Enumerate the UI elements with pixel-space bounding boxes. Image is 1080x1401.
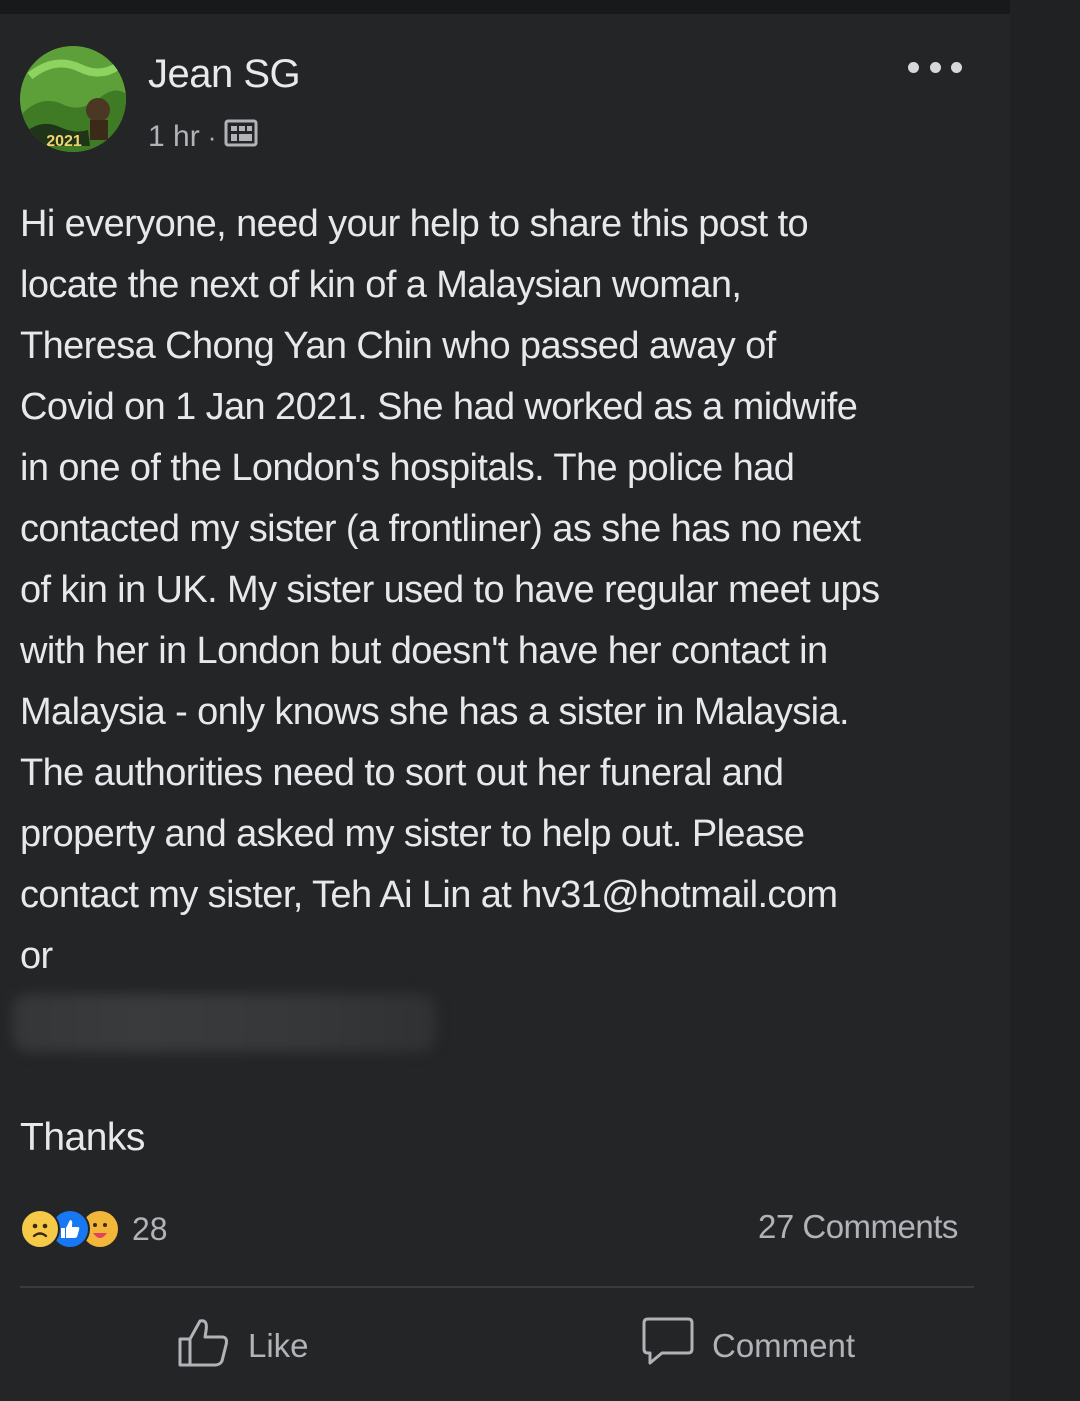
- more-options-button[interactable]: [908, 52, 962, 82]
- post-body-line: contact my sister, Teh Ai Lin at hv31@ho…: [20, 874, 838, 916]
- comment-button[interactable]: Comment: [640, 1315, 856, 1377]
- comment-bubble-icon: [640, 1315, 696, 1377]
- author-name[interactable]: Jean SG: [148, 52, 301, 97]
- comments-count-link[interactable]: 27 Comments: [758, 1208, 958, 1246]
- group-icon: [224, 118, 258, 156]
- post-timestamp[interactable]: 1 hr: [148, 120, 200, 154]
- post-meta: 1 hr ·: [148, 118, 258, 156]
- post-body-line: Covid on 1 Jan 2021. She had worked as a…: [20, 386, 858, 428]
- thumbs-up-icon: [176, 1315, 232, 1377]
- post-body-line: contacted my sister (a frontliner) as sh…: [20, 508, 861, 550]
- post-body-line: or: [20, 935, 53, 977]
- author-avatar[interactable]: 2021: [20, 46, 126, 152]
- reaction-count: 28: [132, 1210, 168, 1247]
- like-button-label: Like: [248, 1327, 309, 1364]
- post-body-line: Theresa Chong Yan Chin who passed away o…: [20, 325, 776, 367]
- dot-icon: [929, 61, 941, 73]
- action-divider: [20, 1286, 974, 1288]
- comment-button-label: Comment: [712, 1327, 856, 1364]
- post-body-line: locate the next of kin of a Malaysian wo…: [20, 264, 742, 306]
- avatar-badge-text: 2021: [46, 133, 82, 150]
- post-body-line: The authorities need to sort out her fun…: [20, 752, 784, 794]
- post-body-line: Hi everyone, need your help to share thi…: [20, 203, 809, 245]
- post-body-line: with her in London but doesn't have her …: [20, 630, 828, 672]
- dot-icon: [908, 61, 919, 73]
- right-edge: [1010, 0, 1080, 1401]
- post-body: Hi everyone, need your help to share thi…: [20, 194, 1010, 987]
- dot-icon: [951, 61, 962, 73]
- blurred-contact-info: [12, 994, 436, 1052]
- post-body-line: Malaysia - only knows she has a sister i…: [20, 691, 850, 733]
- post-body-line: property and asked my sister to help out…: [20, 813, 805, 855]
- top-bar: [0, 0, 1010, 14]
- like-button[interactable]: Like: [176, 1318, 309, 1374]
- meta-separator: ·: [207, 121, 217, 152]
- post-thanks: Thanks: [20, 1116, 145, 1159]
- post-body-line: in one of the London's hospitals. The po…: [20, 447, 795, 489]
- reactions-summary[interactable]: 28: [20, 1208, 168, 1250]
- sad-reaction-icon: [20, 1209, 60, 1249]
- post-body-line: of kin in UK. My sister used to have reg…: [20, 569, 880, 611]
